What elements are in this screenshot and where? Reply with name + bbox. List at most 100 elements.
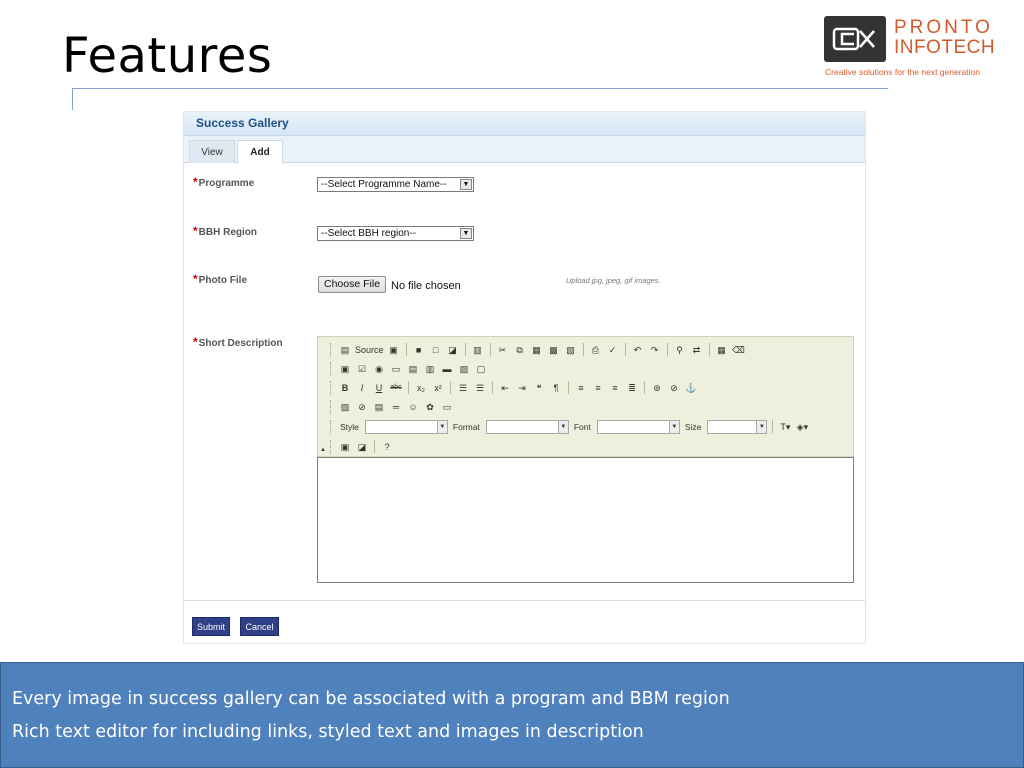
upload-hint: Upload jpg, jpeg, gif images. — [566, 276, 661, 285]
show-blocks-icon[interactable]: ◪ — [355, 440, 369, 454]
undo-icon[interactable]: ↶ — [631, 343, 645, 357]
numbered-list-icon[interactable]: ☰ — [456, 381, 470, 395]
help-icon[interactable]: ? — [380, 440, 394, 454]
smiley-icon[interactable]: ☺ — [406, 400, 420, 414]
align-justify-icon[interactable]: ≣ — [625, 381, 639, 395]
page-break-icon[interactable]: ▭ — [440, 400, 454, 414]
align-left-icon[interactable]: ≡ — [574, 381, 588, 395]
find-icon[interactable]: ⚲ — [673, 343, 687, 357]
text-color-icon[interactable]: T▾ — [778, 420, 792, 434]
choose-file-button[interactable]: Choose File — [318, 276, 387, 293]
toolbar-grip — [330, 399, 333, 414]
align-right-icon[interactable]: ≡ — [608, 381, 622, 395]
region-label: *BBH Region — [193, 224, 258, 238]
title-rule-vertical — [72, 88, 73, 110]
textfield-icon[interactable]: ▭ — [389, 362, 403, 376]
form-icon[interactable]: ▣ — [338, 362, 352, 376]
blockquote-icon[interactable]: ❝ — [532, 381, 546, 395]
italic-icon[interactable]: I — [355, 381, 369, 395]
eraser-icon[interactable]: ⌫ — [732, 343, 746, 357]
source-button[interactable]: Source — [355, 343, 384, 357]
description-label: *Short Description — [193, 335, 283, 349]
flash-icon[interactable]: ⊘ — [355, 400, 369, 414]
bullet-line-2: Rich text editor for including links, st… — [12, 722, 644, 742]
select-all-icon[interactable]: ▦ — [715, 343, 729, 357]
replace-icon[interactable]: ⇄ — [690, 343, 704, 357]
save-icon[interactable]: ▣ — [387, 343, 401, 357]
button-field-icon[interactable]: ▬ — [440, 362, 454, 376]
strike-icon[interactable]: abc — [389, 381, 403, 395]
select-field-icon[interactable]: ▥ — [423, 362, 437, 376]
hidden-field-icon[interactable]: ▢ — [474, 362, 488, 376]
copy-icon[interactable]: ⧉ — [513, 343, 527, 357]
image-icon[interactable]: ▨ — [338, 400, 352, 414]
indent-icon[interactable]: ⇥ — [515, 381, 529, 395]
collapse-toolbar-icon[interactable]: ▲ — [320, 447, 326, 453]
style-combo[interactable]: ▼ — [364, 419, 448, 434]
programme-label: *Programme — [193, 175, 255, 189]
programme-select[interactable]: --Select Programme Name-- ▼ — [317, 177, 474, 192]
submit-button[interactable]: Submit — [192, 617, 230, 636]
paste-text-icon[interactable]: ▩ — [547, 343, 561, 357]
format-combo-label: Format — [452, 421, 480, 432]
subscript-icon[interactable]: x₂ — [414, 381, 428, 395]
required-marker: * — [193, 272, 198, 286]
toolbar-grip — [330, 419, 333, 434]
checkbox-icon[interactable]: ☑ — [355, 362, 369, 376]
logo-text-infotech: INFOTECH — [894, 37, 996, 58]
table-icon[interactable]: ▤ — [372, 400, 386, 414]
company-logo: PRONTO INFOTECH Creative solutions for t… — [824, 16, 1014, 80]
spellcheck-icon[interactable]: ✓ — [606, 343, 620, 357]
size-combo[interactable]: ▼ — [707, 419, 768, 434]
cut-icon[interactable]: ✂ — [496, 343, 510, 357]
anchor-icon[interactable]: ⚓ — [684, 381, 698, 395]
radio-icon[interactable]: ◉ — [372, 362, 386, 376]
source-icon[interactable]: ▤ — [338, 343, 352, 357]
div-icon[interactable]: ¶ — [549, 381, 563, 395]
style-combo-label: Style — [340, 421, 359, 432]
special-char-icon[interactable]: ✿ — [423, 400, 437, 414]
toolbar-grip — [330, 439, 333, 454]
font-combo[interactable]: ▼ — [596, 419, 680, 434]
horizontal-rule-icon[interactable]: ═ — [389, 400, 403, 414]
region-select[interactable]: --Select BBH region-- ▼ — [317, 226, 474, 241]
bulleted-list-icon[interactable]: ☰ — [473, 381, 487, 395]
align-center-icon[interactable]: ≡ — [591, 381, 605, 395]
format-combo[interactable]: ▼ — [485, 419, 569, 434]
new-page-icon[interactable]: □ — [429, 343, 443, 357]
rich-text-editor: ▤ Source ▣ ■ □ ◪ ▥ ✂ ⧉ ▦ ▩ ▧ ⎙ ✓ ↶ ↷ ⚲ ⇄… — [317, 336, 854, 583]
form-divider — [184, 600, 865, 601]
cancel-button[interactable]: Cancel — [240, 617, 279, 636]
region-select-value: --Select BBH region-- — [321, 228, 417, 239]
tab-add[interactable]: Add — [237, 140, 283, 164]
textarea-icon[interactable]: ▤ — [406, 362, 420, 376]
templates-icon[interactable]: ▥ — [471, 343, 485, 357]
floppy-icon[interactable]: ■ — [412, 343, 426, 357]
required-marker: * — [193, 335, 198, 349]
chevron-down-icon[interactable]: ▼ — [557, 420, 568, 433]
chevron-down-icon[interactable]: ▼ — [756, 420, 767, 433]
underline-icon[interactable]: U — [372, 381, 386, 395]
link-icon[interactable]: ⊚ — [650, 381, 664, 395]
programme-select-value: --Select Programme Name-- — [321, 179, 447, 190]
superscript-icon[interactable]: x² — [431, 381, 445, 395]
maximize-icon[interactable]: ▣ — [338, 440, 352, 454]
chevron-down-icon[interactable]: ▼ — [460, 179, 472, 190]
preview-icon[interactable]: ◪ — [446, 343, 460, 357]
paste-word-icon[interactable]: ▧ — [564, 343, 578, 357]
chevron-down-icon[interactable]: ▼ — [668, 420, 679, 433]
outdent-icon[interactable]: ⇤ — [498, 381, 512, 395]
background-color-icon[interactable]: ◈▾ — [795, 420, 809, 434]
tab-view[interactable]: View — [189, 140, 235, 163]
paste-icon[interactable]: ▦ — [530, 343, 544, 357]
redo-icon[interactable]: ↷ — [648, 343, 662, 357]
image-button-icon[interactable]: ▨ — [457, 362, 471, 376]
print-icon[interactable]: ⎙ — [589, 343, 603, 357]
toolbar-grip — [330, 342, 333, 357]
bold-icon[interactable]: B — [338, 381, 352, 395]
unlink-icon[interactable]: ⊘ — [667, 381, 681, 395]
toolbar-grip — [330, 361, 333, 376]
editor-content-area[interactable] — [317, 457, 854, 583]
chevron-down-icon[interactable]: ▼ — [436, 420, 447, 433]
chevron-down-icon[interactable]: ▼ — [460, 228, 472, 239]
